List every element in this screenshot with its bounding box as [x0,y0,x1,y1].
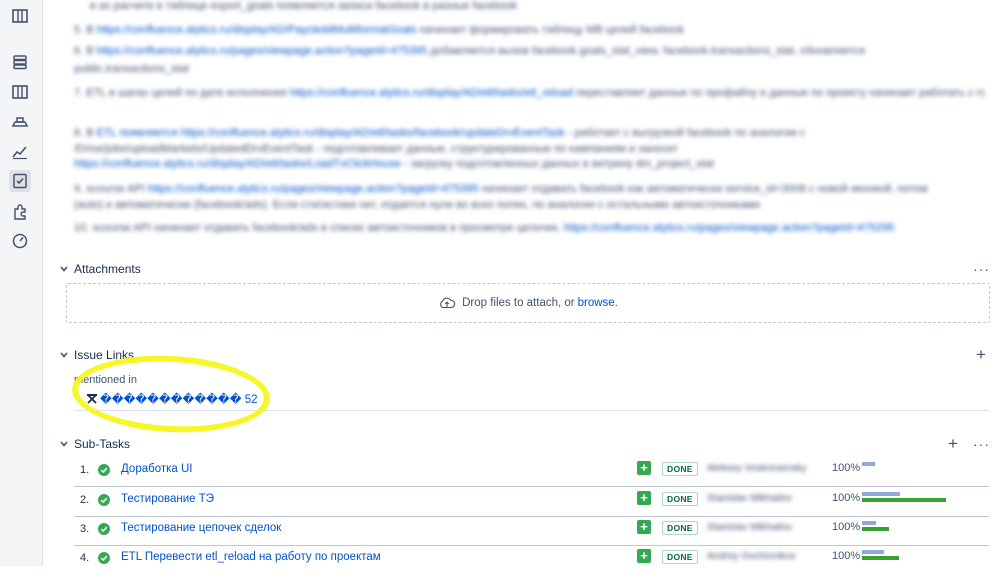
subtask-number: 2. [80,494,90,506]
plus-icon[interactable]: + [637,549,651,563]
chevron-down-icon [60,441,68,447]
assignee-name[interactable]: Stanislav Mikhailov [707,522,792,533]
progress-bar-estimate [862,521,876,525]
description-line: 8. В ETL появляется https://confluence.a… [74,127,806,139]
progress-bar-logged [862,556,899,560]
subtasks-title: Sub-Tasks [74,437,131,451]
status-badge[interactable]: DONE [662,521,698,535]
backlog-icon[interactable] [9,51,31,73]
chevron-down-icon [60,352,68,358]
attachment-dropzone[interactable]: Drop files to attach, or browse. [66,283,990,323]
add-subtask-button[interactable]: + [948,435,958,452]
plus-icon[interactable]: + [637,491,651,505]
progress-bar-logged [862,527,889,531]
subtasks-header[interactable]: Sub-Tasks [58,437,130,451]
subtask-row[interactable]: 2. Тестирование ТЭ + DONE Stanislav Mikhailo… [74,486,989,515]
description-line: (auto) и автоматически (facebook/ads). Е… [74,199,761,211]
subtask-row[interactable]: 3. Тестирование цепочек сделок + DONE Stanis… [74,515,989,544]
description-line: https://confluence.alytics.ru/display/AD… [74,158,714,170]
check-circle-icon [98,464,110,476]
addons-icon[interactable] [9,201,31,223]
progress-bar-estimate [862,492,900,496]
progress-bar-logged [862,498,946,502]
active-sprint-icon[interactable] [9,81,31,103]
description-line: 5. В https://confluence.alytics.ru/displ… [74,24,685,36]
progress-bar-estimate [862,462,875,466]
assignee-name[interactable]: Stanislav Mikhailov [707,493,792,504]
plus-icon[interactable]: + [637,461,651,475]
description-line: 7. ETL в шагах целей по дате исполнения … [74,87,985,99]
chevron-down-icon [60,266,68,272]
plus-icon[interactable]: + [637,520,651,534]
subtask-number: 1. [80,464,90,476]
progress-percent: 100% [832,462,861,474]
assignee-name[interactable]: Andrey Ovchinnikov [707,551,796,562]
check-circle-icon [98,552,110,564]
releases-icon[interactable] [9,111,31,133]
description-line: 10. scourse API начинает отдавать facebo… [74,222,895,234]
description-line: /Drive/jobs/uploadMarkets/UpdatedDrvEven… [74,143,679,155]
reports-icon[interactable] [9,141,31,163]
status-badge[interactable]: DONE [662,550,698,564]
browse-link[interactable]: browse. [578,297,618,309]
subtask-title-link[interactable]: Тестирование цепочек сделок [121,522,281,534]
description-line: 6. В https://confluence.alytics.ru/pages… [74,45,865,57]
drop-files-text: Drop files to attach, or [462,297,575,309]
assignee-name[interactable]: Aleksey Voskresensky [707,463,807,474]
subtask-row[interactable]: 4. ETL Перевести etl_reload на работу по … [74,544,989,573]
progress-bar-estimate [862,550,884,554]
cloud-upload-icon [440,297,456,309]
description-line: public.transactions_stat [74,63,189,75]
subtask-number: 4. [80,552,90,564]
attachments-title: Attachments [74,262,141,276]
status-badge[interactable]: DONE [662,462,698,476]
board-icon[interactable] [9,5,31,27]
yellow-highlight-circle [70,350,272,438]
add-issue-link-button[interactable]: + [976,346,986,363]
dashboard-gauge-icon[interactable] [9,230,31,252]
subtask-title-link[interactable]: ETL Перевести etl_reload на работу по пр… [121,551,381,563]
check-circle-icon [98,494,110,506]
attachments-header[interactable]: Attachments [58,262,141,276]
subtask-number: 3. [80,523,90,535]
status-badge[interactable]: DONE [662,492,698,506]
attachments-more-icon[interactable]: ··· [973,261,990,277]
description-line: 9. scourse API https://confluence.alytic… [74,183,928,195]
subtasks-more-icon[interactable]: ··· [973,436,990,452]
progress-percent: 100% [832,492,861,504]
issues-icon[interactable] [9,170,31,192]
description-line: в ах расчете в таблице export_goals появ… [90,0,518,12]
progress-percent: 100% [832,521,861,533]
progress-percent: 100% [832,550,861,562]
subtask-row[interactable]: 1. Доработка UI + DONE Aleksey Voskresensky 1… [74,456,989,485]
subtask-title-link[interactable]: Доработка UI [121,463,192,475]
check-circle-icon [98,523,110,535]
project-sidebar [0,0,43,566]
subtask-title-link[interactable]: Тестирование ТЭ [121,493,214,505]
